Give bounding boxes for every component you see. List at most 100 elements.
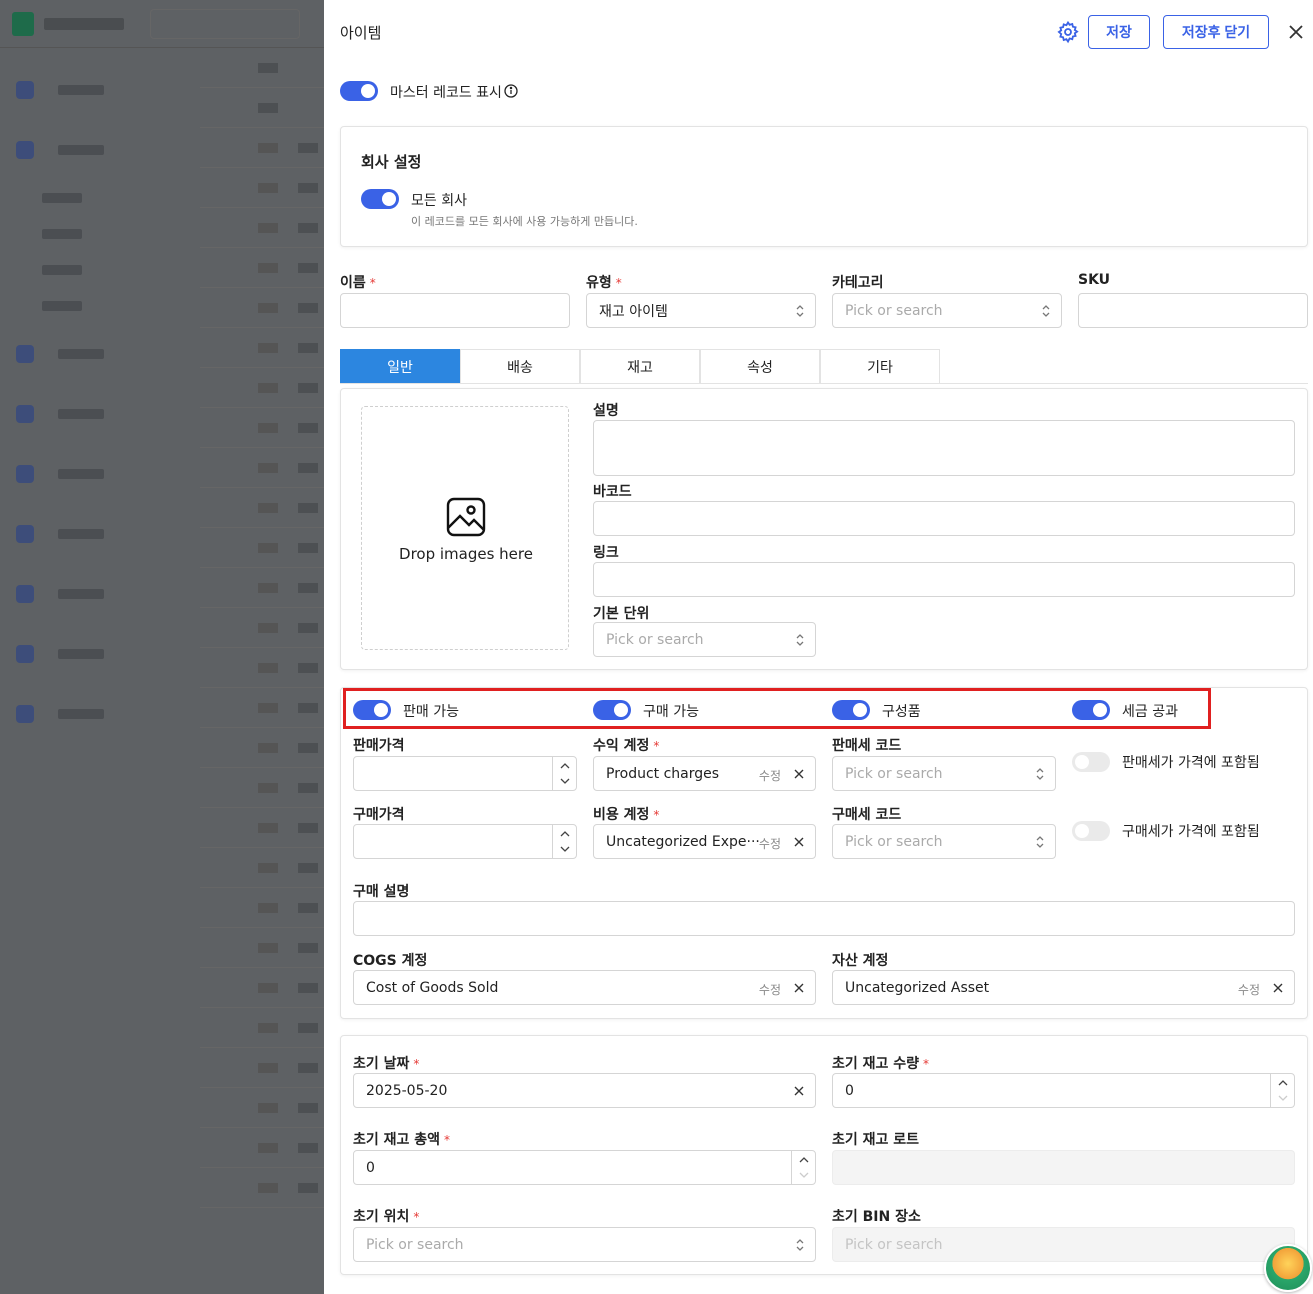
close-icon[interactable]	[1272, 982, 1284, 994]
panel-header: 아이템 저장 저장후 닫기	[324, 0, 1313, 64]
table-row	[200, 608, 324, 648]
purchase-tax-included-toggle[interactable]	[1072, 821, 1110, 841]
initial-total-value: 0	[366, 1159, 375, 1176]
sidebar-item	[0, 120, 200, 180]
table-cell	[298, 862, 318, 873]
asset-account-select[interactable]: Uncategorized Asset 수정	[832, 970, 1295, 1005]
barcode-input[interactable]	[593, 501, 1295, 536]
table-cell	[298, 1102, 318, 1113]
save-and-close-button[interactable]: 저장후 닫기	[1163, 15, 1269, 49]
table-cell	[258, 862, 278, 873]
edit-link[interactable]: 수정	[1238, 981, 1260, 998]
tab-other[interactable]: 기타	[820, 349, 940, 384]
all-companies-label: 모든 회사	[411, 193, 467, 209]
sidebar-item	[0, 504, 200, 564]
gear-icon[interactable]	[1056, 20, 1080, 44]
initial-qty-label: 초기 재고 수량 *	[832, 1053, 929, 1073]
purchase-description-label: 구매 설명	[353, 884, 410, 900]
tab-divider	[340, 383, 1308, 384]
background-sidebar	[0, 60, 200, 744]
name-label-text: 이름	[340, 275, 366, 291]
initial-total-input[interactable]: 0	[353, 1150, 816, 1185]
income-account-select[interactable]: Product charges 수정	[593, 756, 816, 791]
sale-tax-included-toggle[interactable]	[1072, 752, 1110, 772]
sidebar-item	[0, 444, 200, 504]
table-cell	[298, 502, 318, 513]
tab-shipping[interactable]: 배송	[460, 349, 580, 384]
initial-qty-input[interactable]: 0	[832, 1073, 1295, 1108]
table-cell	[298, 1142, 318, 1153]
close-icon[interactable]	[793, 836, 805, 848]
sale-price-input[interactable]	[353, 756, 577, 791]
table-cell	[298, 782, 318, 793]
sidebar-item-label	[58, 649, 104, 659]
chevron-down-icon	[560, 846, 570, 852]
close-icon[interactable]	[1286, 22, 1306, 42]
sidebar-icon	[16, 645, 34, 663]
cogs-account-label: COGS 계정	[353, 953, 428, 969]
table-cell	[258, 62, 278, 73]
close-icon[interactable]	[793, 768, 805, 780]
table-row	[200, 408, 324, 448]
table-cell	[258, 1142, 278, 1153]
master-record-toggle[interactable]	[340, 81, 378, 101]
assistant-avatar-icon[interactable]	[1264, 1244, 1312, 1292]
initial-date-label-text: 초기 날짜	[353, 1056, 410, 1072]
tab-general[interactable]: 일반	[340, 349, 460, 384]
initial-date-label: 초기 날짜 *	[353, 1053, 419, 1073]
table-row	[200, 728, 324, 768]
chevron-up-icon	[799, 1157, 809, 1163]
table-row	[200, 928, 324, 968]
expense-account-select[interactable]: Uncategorized Expe··· 수정	[593, 824, 816, 859]
purchase-description-input[interactable]	[353, 901, 1295, 936]
cogs-account-select[interactable]: Cost of Goods Sold 수정	[353, 970, 816, 1005]
sidebar-icon	[16, 585, 34, 603]
number-stepper[interactable]	[791, 1151, 815, 1184]
base-unit-select[interactable]: Pick or search	[593, 622, 816, 657]
sku-input[interactable]	[1078, 293, 1308, 328]
required-mark: *	[413, 1210, 420, 1224]
initial-total-label-text: 초기 재고 총액	[353, 1132, 441, 1148]
save-button[interactable]: 저장	[1088, 15, 1150, 49]
chevron-updown-icon	[1035, 766, 1045, 782]
sidebar-item	[0, 60, 200, 120]
table-cell	[258, 142, 278, 153]
close-icon[interactable]	[793, 1085, 805, 1097]
initial-location-select[interactable]: Pick or search	[353, 1227, 816, 1262]
table-row	[200, 328, 324, 368]
name-input[interactable]	[340, 293, 570, 328]
table-cell	[298, 1022, 318, 1033]
image-dropzone[interactable]: Drop images here	[361, 406, 569, 650]
category-select[interactable]: Pick or search	[832, 293, 1062, 328]
number-stepper[interactable]	[552, 825, 576, 858]
edit-link[interactable]: 수정	[759, 981, 781, 998]
sidebar-item	[0, 324, 200, 384]
table-row	[200, 1008, 324, 1048]
sale-tax-select[interactable]: Pick or search	[832, 756, 1056, 791]
table-cell	[258, 782, 278, 793]
table-cell	[298, 422, 318, 433]
initial-date-input[interactable]: 2025-05-20	[353, 1073, 816, 1108]
barcode-label: 바코드	[593, 484, 632, 500]
table-cell	[298, 302, 318, 313]
tab-attributes[interactable]: 속성	[700, 349, 820, 384]
sale-tax-placeholder: Pick or search	[845, 765, 943, 782]
info-icon[interactable]	[504, 84, 518, 98]
table-cell	[298, 182, 318, 193]
all-companies-toggle[interactable]	[361, 189, 399, 209]
type-select[interactable]: 재고 아이템	[586, 293, 816, 328]
number-stepper[interactable]	[1270, 1074, 1294, 1107]
edit-link[interactable]: 수정	[759, 835, 781, 852]
item-editor-panel: 아이템 저장 저장후 닫기 마스터 레코드 표시 회사 설정 모든 회사 이 레…	[324, 0, 1313, 1294]
close-icon[interactable]	[793, 982, 805, 994]
number-stepper[interactable]	[552, 757, 576, 790]
purchase-tax-select[interactable]: Pick or search	[832, 824, 1056, 859]
table-row	[200, 1048, 324, 1088]
edit-link[interactable]: 수정	[759, 767, 781, 784]
tab-inventory[interactable]: 재고	[580, 349, 700, 384]
table-cell	[258, 662, 278, 673]
purchase-price-input[interactable]	[353, 824, 577, 859]
description-textarea[interactable]	[593, 420, 1295, 476]
cogs-account-value: Cost of Goods Sold	[366, 979, 499, 996]
link-input[interactable]	[593, 562, 1295, 597]
